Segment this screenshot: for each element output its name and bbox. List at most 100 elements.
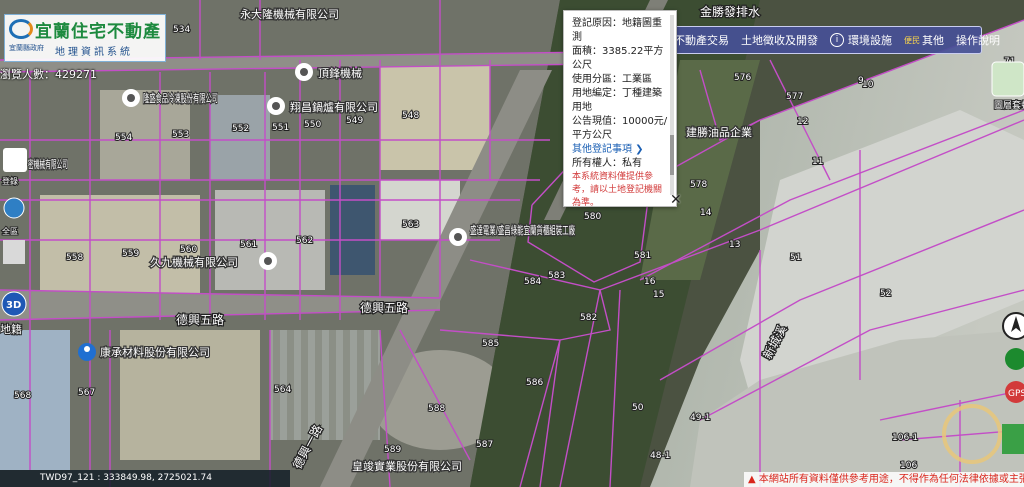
drain-label: 金勝發排水 — [700, 4, 760, 19]
location-pin-icon — [127, 94, 135, 102]
location-pin-icon — [454, 233, 462, 241]
3d-toggle-label: 3D — [6, 300, 21, 311]
site-title: 宜蘭住宅不動產 — [35, 22, 161, 42]
environment-button[interactable]: i 環境設施 — [824, 32, 898, 48]
popup-scrollbar[interactable] — [670, 15, 674, 195]
cadastral-tool-label: 地籍 — [0, 322, 22, 336]
info-icon: i — [830, 33, 844, 47]
parcel-number: 16 — [644, 277, 656, 287]
road-label: 德興五路 — [176, 312, 224, 327]
parcel-number: 567 — [78, 388, 95, 398]
poi-label: 密機械有限公司 — [28, 157, 68, 171]
parcel-number: 587 — [476, 440, 493, 450]
parcel-number: 48-1 — [650, 451, 670, 461]
share-icon[interactable] — [1002, 424, 1024, 454]
poi-label: 頂鋒機械 — [318, 66, 362, 80]
parcel-number: 552 — [232, 124, 249, 134]
parcel-number: 550 — [304, 120, 321, 130]
parcel-number: 553 — [172, 130, 189, 140]
poi-label: 隆盛食品冷凍股份有限公司 — [143, 91, 218, 105]
parcel-number: 13 — [729, 240, 740, 250]
layer-overlay-button[interactable] — [991, 61, 1024, 97]
poi-label: 建勝油品企業 — [686, 125, 752, 139]
warning-icon: ▲ — [748, 474, 759, 485]
gps-label: GPS — [1008, 389, 1024, 399]
parcel-number: 562 — [296, 236, 313, 246]
parcel-number: 577 — [786, 92, 803, 102]
layer-overlay-label: 圖層套疊 — [994, 99, 1024, 111]
parcel-number: 49-1 — [690, 413, 710, 423]
parcel-number: 106-1 — [892, 433, 918, 443]
main-toolbar: 不動產交易 土地徵收及開發 i 環境設施 便民 其他 操作說明 — [648, 26, 1000, 54]
logo-swirl-icon — [9, 19, 33, 39]
globe-icon[interactable] — [3, 197, 25, 219]
parcel-number: 560 — [180, 245, 197, 255]
poi-label: 皇竣實業股份有限公司 — [352, 459, 462, 473]
other-button[interactable]: 便民 其他 — [898, 32, 950, 48]
parcel-number: 559 — [122, 249, 139, 259]
registration-reason: 登記原因：地籍圖重測 — [572, 18, 662, 43]
register-tool-button[interactable] — [3, 148, 27, 172]
parcel-number: 51 — [790, 253, 801, 263]
parcel-number: 582 — [580, 313, 597, 323]
site-logo[interactable]: 宜蘭住宅不動產 宜蘭縣政府 地理資訊系統 — [4, 14, 166, 62]
popup-warning: 本系統資料僅提供參考，請以土地登記機關為準。 — [572, 172, 663, 207]
parcel-number: 581 — [634, 251, 651, 261]
parcel-number: 564 — [274, 385, 291, 395]
parcel-number: 576 — [734, 73, 751, 83]
full-area-label: 全區 — [2, 226, 18, 236]
parcel-number: 583 — [548, 271, 565, 281]
location-pin-icon — [264, 257, 272, 265]
parcel-number: 554 — [115, 133, 132, 143]
parcel-info-popup: 登記原因：地籍圖重測 面積：3385.22平方公尺 使用分區：工業區 用地編定：… — [563, 10, 677, 207]
parcel-number: 10 — [862, 80, 874, 90]
parcel-number: 11 — [812, 157, 823, 167]
parcel-number: 551 — [272, 123, 289, 133]
parcel-number: 534 — [173, 25, 190, 35]
land-use: 用地編定：丁種建築用地 — [572, 88, 662, 113]
disclaimer-banner: ▲ 本網站所有資料僅供參考用途，不得作為任何法律依據或主張 — [744, 472, 1024, 487]
parcel-number: 585 — [482, 339, 499, 349]
parcel-number: 52 — [880, 289, 891, 299]
layer-tool-button[interactable] — [3, 240, 25, 264]
poi-label: 康承材料股份有限公司 — [100, 345, 210, 359]
person-marker-icon — [84, 346, 90, 352]
parcel-number: 14 — [700, 208, 712, 218]
parcel-number: 549 — [346, 116, 363, 126]
parcel-number: 568 — [14, 391, 31, 401]
parcel-number: 578 — [690, 180, 707, 190]
parcel-number: 561 — [240, 240, 257, 250]
help-button[interactable]: 操作說明 — [950, 32, 1006, 48]
parcel-number: 12 — [797, 117, 808, 127]
county-name: 宜蘭縣政府 — [9, 44, 44, 52]
road-label: 德興五路 — [360, 300, 408, 315]
close-popup-icon[interactable]: ✕ — [670, 192, 682, 208]
zoning: 使用分區：工業區 — [572, 74, 652, 85]
poi-label: 翔昌鍋爐有限公司 — [290, 100, 378, 114]
parcel-area: 面積：3385.22平方公尺 — [572, 46, 664, 71]
parcel-number: 588 — [428, 404, 445, 414]
land-acquisition-button[interactable]: 土地徵收及開發 — [735, 32, 824, 48]
poi-label: 永大隆機械有限公司 — [240, 7, 339, 21]
location-pin-icon — [272, 102, 280, 110]
site-subtitle: 地理資訊系統 — [55, 47, 133, 58]
register-tool-label: 登錄 — [2, 176, 18, 186]
poi-label: 盛達電業/盛昌綠能宜蘭貨櫃組裝工廠 — [470, 223, 575, 237]
poi-label: 久九機械有限公司 — [150, 255, 238, 269]
parcel-number: 548 — [402, 111, 419, 121]
parcel-number: 15 — [653, 290, 664, 300]
parcel-number: 584 — [524, 277, 541, 287]
parcel-number: 106 — [900, 461, 917, 471]
more-registration-link[interactable]: 其他登記事項 ❯ — [572, 143, 668, 157]
parcel-number: 50 — [632, 403, 644, 413]
parcel-number: 580 — [584, 212, 601, 222]
coordinate-readout: TWD97_121 : 333849.98, 2725021.74 — [0, 470, 290, 487]
map-canvas[interactable]: 534 554 553 552 551 550 549 548 560 561 … — [0, 0, 1024, 487]
announced-value: 公告現值：10000元/平方公尺 — [572, 116, 668, 141]
parcel-number: 589 — [384, 445, 401, 455]
parcel-number: 558 — [66, 253, 83, 263]
location-pin-icon — [300, 68, 308, 76]
parcel-number: 563 — [402, 220, 419, 230]
visitor-count: 瀏覽人數：429271 — [0, 68, 97, 81]
parcel-number: 9 — [858, 76, 864, 86]
